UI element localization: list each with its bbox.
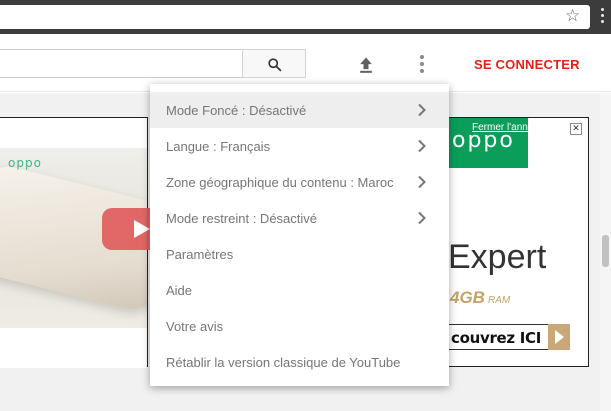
menu-item-language[interactable]: Langue : Français: [150, 128, 449, 164]
menu-item-label: Aide: [166, 283, 193, 298]
search-icon: [268, 58, 282, 72]
signin-button[interactable]: SE CONNECTER: [474, 57, 580, 72]
search-button[interactable]: [242, 49, 306, 78]
browser-toolbar: ☆: [0, 0, 611, 34]
ad-header: [0, 118, 147, 148]
menu-item-label: Mode restreint : Désactivé: [166, 211, 318, 226]
menu-item-label: Paramètres: [166, 247, 234, 262]
menu-item-dark-mode[interactable]: Mode Foncé : Désactivé: [150, 92, 449, 128]
youtube-window: ☆ SE CONNECTER oppo oppo Fermer l'annonc…: [0, 0, 611, 411]
menu-item-classic-youtube[interactable]: Rétablir la version classique de YouTube: [150, 344, 449, 380]
ad-spec: 4GB RAM: [450, 288, 510, 308]
more-vert-icon[interactable]: [416, 55, 428, 75]
close-icon[interactable]: ✕: [570, 123, 582, 135]
upload-icon[interactable]: [356, 55, 376, 75]
ad-cta-label: couvrez ICI: [451, 329, 542, 347]
menu-item-settings[interactable]: Paramètres: [150, 236, 449, 272]
ad-headline: Expert: [448, 238, 547, 276]
chevron-right-icon: [418, 175, 426, 189]
address-bar[interactable]: [0, 5, 590, 29]
chevron-right-icon: [418, 103, 426, 117]
menu-item-label: Rétablir la version classique de YouTube: [166, 355, 401, 370]
menu-item-label: Votre avis: [166, 319, 224, 334]
scrollbar-thumb[interactable]: [602, 235, 609, 267]
ad-footer: [0, 328, 147, 368]
play-arrow-icon[interactable]: [548, 324, 570, 350]
menu-item-restricted-mode[interactable]: Mode restreint : Désactivé: [150, 200, 449, 236]
menu-item-label: Mode Foncé : Désactivé: [166, 103, 307, 118]
search-input[interactable]: [0, 49, 242, 78]
ad-spec-value: 4GB: [450, 288, 485, 307]
menu-item-location[interactable]: Zone géographique du contenu : Maroc: [150, 164, 449, 200]
browser-menu-icon[interactable]: [597, 6, 607, 28]
menu-item-label: Zone géographique du contenu : Maroc: [166, 175, 394, 190]
close-ad-link[interactable]: Fermer l'annonce: [472, 122, 550, 133]
settings-menu: Mode Foncé : Désactivé Langue : Français…: [150, 84, 449, 386]
chevron-right-icon: [418, 139, 426, 153]
star-icon[interactable]: ☆: [565, 6, 580, 26]
chevron-right-icon: [418, 211, 426, 225]
menu-item-feedback[interactable]: Votre avis: [150, 308, 449, 344]
ad-spec-unit: RAM: [487, 295, 511, 306]
menu-item-label: Langue : Français: [166, 139, 271, 154]
ad-brand-logo: oppo: [8, 156, 42, 170]
ad-banner-right[interactable]: oppo Fermer l'annonce ✕ Expert 4GB RAM co…: [446, 117, 589, 367]
menu-item-help[interactable]: Aide: [150, 272, 449, 308]
